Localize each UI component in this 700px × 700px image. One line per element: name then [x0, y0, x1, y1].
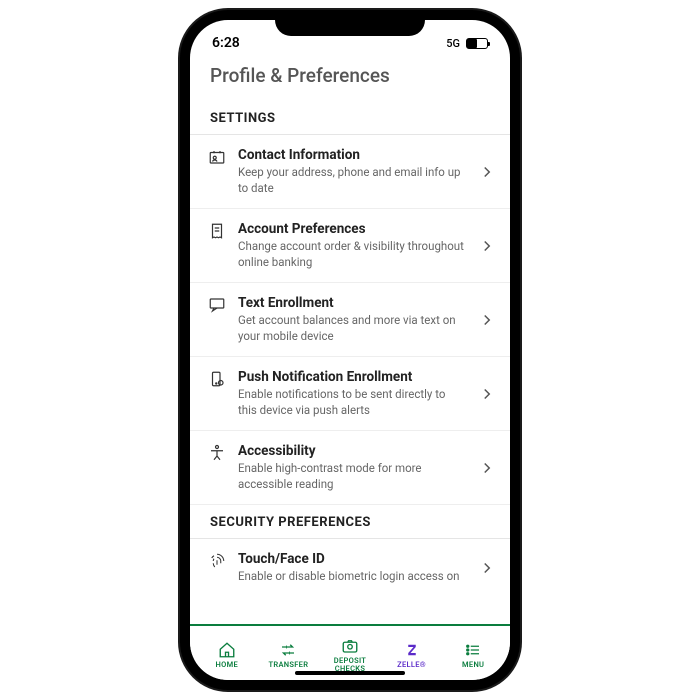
phone-frame: 6:28 5G Profile & Preferences SETTINGS C…	[180, 10, 520, 690]
camera-icon	[340, 637, 360, 655]
home-indicator	[295, 671, 405, 675]
chevron-right-icon	[478, 311, 496, 329]
page-header: Profile & Preferences	[190, 58, 510, 101]
chevron-right-icon	[478, 237, 496, 255]
row-title: Text Enrollment	[238, 295, 466, 311]
menu-icon	[463, 641, 483, 659]
row-title: Push Notification Enrollment	[238, 369, 466, 385]
id-card-icon	[208, 148, 226, 166]
status-right: 5G	[446, 37, 488, 50]
chevron-right-icon	[478, 559, 496, 577]
row-title: Account Preferences	[238, 221, 466, 237]
screen: 6:28 5G Profile & Preferences SETTINGS C…	[190, 20, 510, 680]
tab-label: HOME	[216, 661, 238, 669]
tab-transfer[interactable]: TRANSFER	[258, 641, 320, 669]
row-touch-face-id[interactable]: Touch/Face ID Enable or disable biometri…	[190, 539, 510, 597]
tab-home[interactable]: HOME	[196, 641, 258, 669]
tab-deposit-checks[interactable]: DEPOSIT CHECKS	[319, 637, 381, 674]
zelle-icon	[402, 641, 422, 659]
row-title: Touch/Face ID	[238, 551, 466, 567]
status-time: 6:28	[212, 35, 240, 51]
row-account-preferences[interactable]: Account Preferences Change account order…	[190, 209, 510, 283]
row-desc: Keep your address, phone and email info …	[238, 165, 466, 196]
chevron-right-icon	[478, 385, 496, 403]
row-title: Contact Information	[238, 147, 466, 163]
accessibility-icon	[208, 444, 226, 462]
row-push-notification[interactable]: Push Notification Enrollment Enable noti…	[190, 357, 510, 431]
row-title: Accessibility	[238, 443, 466, 459]
tab-label: MENU	[462, 661, 484, 669]
row-desc: Enable high-contrast mode for more acces…	[238, 461, 466, 492]
transfer-icon	[278, 641, 298, 659]
chat-icon	[208, 296, 226, 314]
row-contact-information[interactable]: Contact Information Keep your address, p…	[190, 135, 510, 209]
battery-icon	[466, 38, 488, 49]
row-desc: Get account balances and more via text o…	[238, 313, 466, 344]
tab-label: ZELLE®	[397, 661, 426, 669]
status-network: 5G	[446, 37, 460, 50]
section-title-security: SECURITY PREFERENCES	[190, 505, 510, 539]
home-icon	[217, 641, 237, 659]
fingerprint-icon	[208, 552, 226, 570]
row-desc: Enable or disable biometric login access…	[238, 569, 466, 585]
tab-label: TRANSFER	[268, 661, 308, 669]
row-desc: Enable notifications to be sent directly…	[238, 387, 466, 418]
row-desc: Change account order & visibility throug…	[238, 239, 466, 270]
page-title: Profile & Preferences	[210, 64, 490, 87]
content: SETTINGS Contact Information Keep your a…	[190, 101, 510, 624]
section-title-settings: SETTINGS	[190, 101, 510, 135]
tab-menu[interactable]: MENU	[442, 641, 504, 669]
chevron-right-icon	[478, 163, 496, 181]
notch	[275, 10, 425, 36]
chevron-right-icon	[478, 459, 496, 477]
row-text-enrollment[interactable]: Text Enrollment Get account balances and…	[190, 283, 510, 357]
tab-zelle[interactable]: ZELLE®	[381, 641, 443, 669]
phone-notify-icon	[208, 370, 226, 388]
receipt-icon	[208, 222, 226, 240]
row-accessibility[interactable]: Accessibility Enable high-contrast mode …	[190, 431, 510, 505]
